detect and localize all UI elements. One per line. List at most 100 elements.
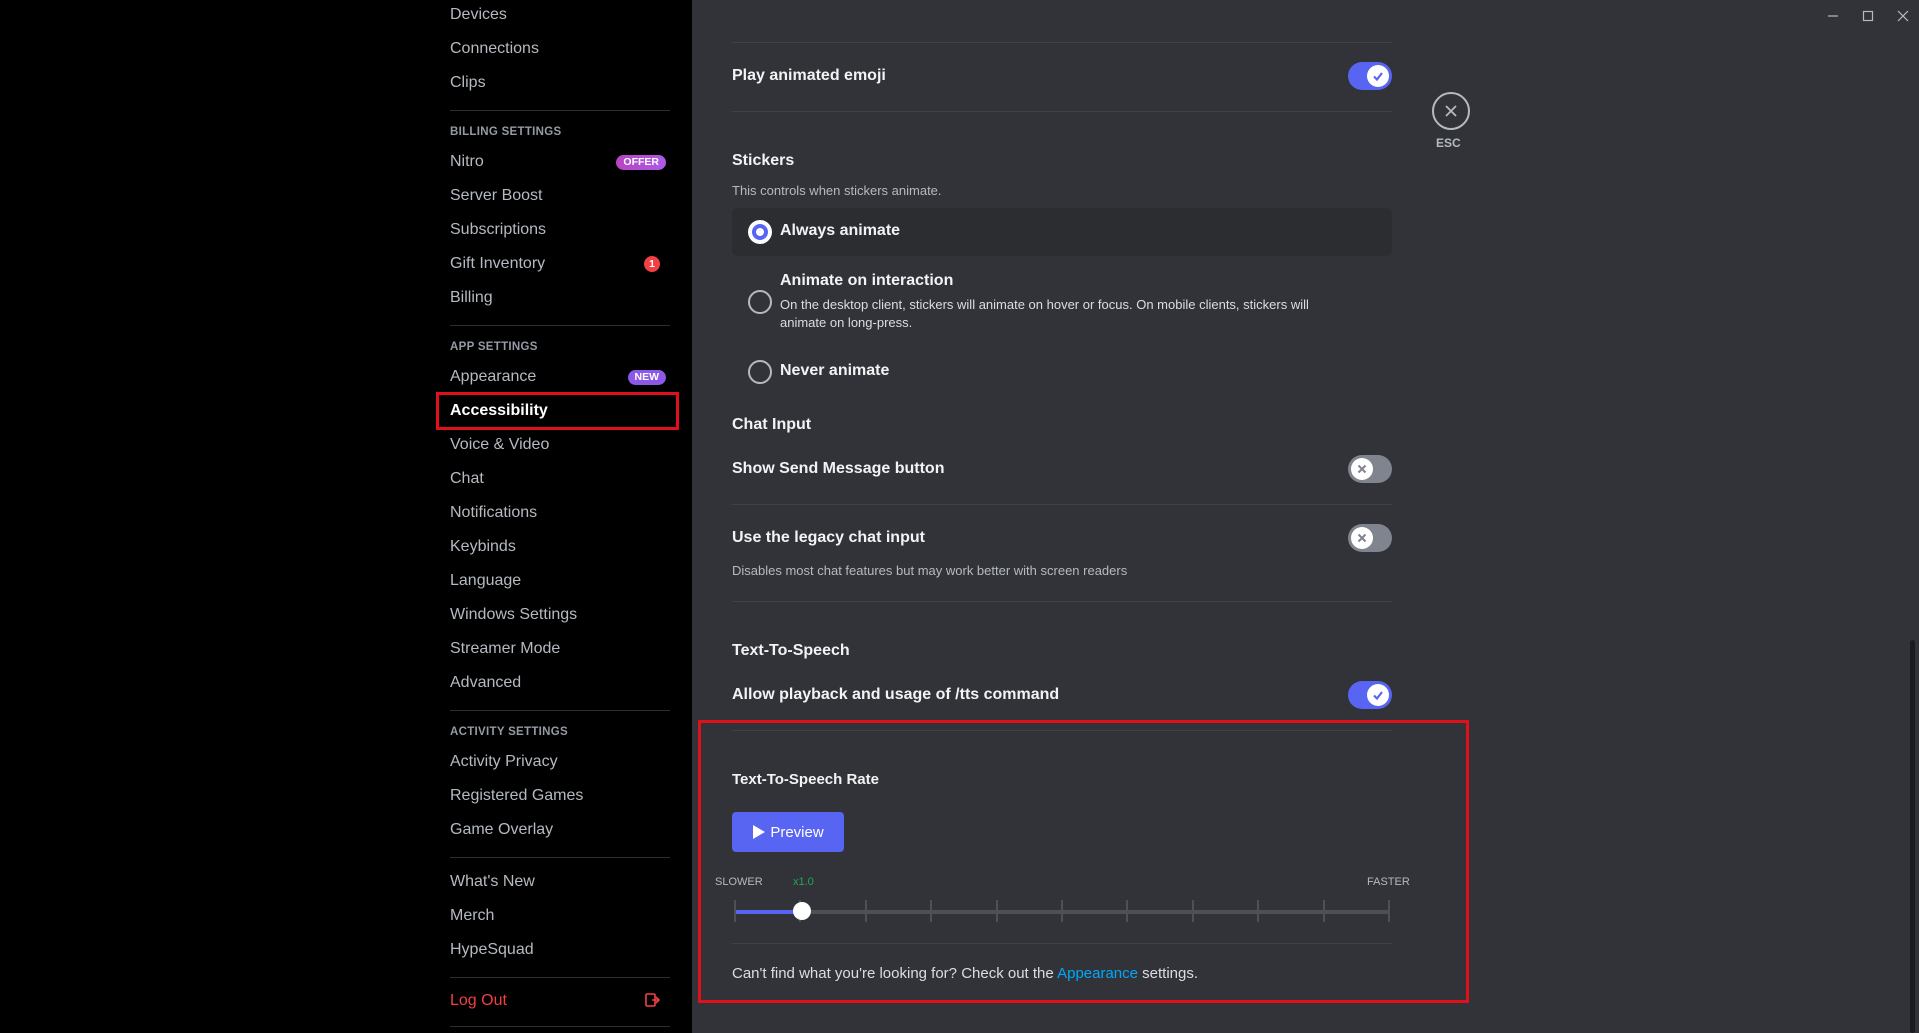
nav-label: Voice & Video (450, 436, 550, 453)
nav-label: Merch (450, 907, 495, 924)
nav-label: Server Boost (450, 187, 543, 204)
nav-label: Devices (450, 6, 507, 23)
nav-label: Advanced (450, 674, 522, 691)
nav-item-connections[interactable]: Connections (436, 32, 670, 66)
billing-settings-header: BILLING SETTINGS (450, 126, 562, 138)
nav-item-hypesquad[interactable]: HypeSquad (436, 933, 670, 967)
show-send-message-label: Show Send Message button (732, 460, 945, 477)
play-animated-emoji-label: Play animated emoji (732, 67, 886, 84)
nav-item-gift-inventory[interactable]: Gift Inventory 1 (436, 247, 670, 281)
nav-label: Notifications (450, 504, 538, 521)
settings-sidebar: Devices Connections Clips BILLING SETTIN… (0, 0, 692, 1033)
nav-label: Game Overlay (450, 821, 554, 838)
radio-animate-on-interaction[interactable]: Animate on interaction On the desktop cl… (732, 268, 1392, 336)
accessibility-settings-panel: Play animated emoji Stickers This contro… (692, 0, 1919, 1033)
nav-label: Chat (450, 470, 484, 487)
section-divider (732, 42, 1392, 43)
nav-divider (450, 1026, 670, 1027)
section-divider (732, 601, 1392, 602)
x-icon (1351, 458, 1373, 480)
tts-allow-label: Allow playback and usage of /tts command (732, 686, 1060, 703)
nav-item-chat[interactable]: Chat (436, 462, 670, 496)
nav-label: Windows Settings (450, 606, 578, 623)
section-divider (732, 504, 1392, 505)
tts-allow-toggle[interactable] (1348, 681, 1392, 709)
x-icon (1351, 527, 1373, 549)
nav-label: Registered Games (450, 787, 584, 804)
nav-item-streamer-mode[interactable]: Streamer Mode (436, 632, 670, 666)
legacy-chat-input-toggle[interactable] (1348, 524, 1392, 552)
play-animated-emoji-toggle[interactable] (1348, 62, 1392, 90)
radio-label: Animate on interaction (780, 272, 954, 289)
nav-label: Keybinds (450, 538, 516, 555)
radio-button (748, 360, 772, 384)
nav-item-registered-games[interactable]: Registered Games (436, 779, 670, 813)
stickers-description: This controls when stickers animate. (732, 183, 942, 198)
nav-item-windows-settings[interactable]: Windows Settings (436, 598, 670, 632)
chat-input-title: Chat Input (732, 416, 812, 433)
radio-description: On the desktop client, stickers will ani… (780, 297, 1309, 330)
nav-label: HypeSquad (450, 941, 534, 958)
app-settings-header: APP SETTINGS (450, 341, 538, 353)
nav-divider (450, 977, 670, 978)
nav-label: What's New (450, 873, 535, 890)
nav-label: Language (450, 572, 522, 589)
nav-item-language[interactable]: Language (436, 564, 670, 598)
radio-label: Never animate (780, 362, 890, 379)
nav-item-game-overlay[interactable]: Game Overlay (436, 813, 670, 847)
show-send-message-toggle[interactable] (1348, 455, 1392, 483)
nav-label: Appearance (450, 368, 537, 385)
nav-item-appearance[interactable]: Appearance NEW (436, 360, 670, 394)
tts-title: Text-To-Speech (732, 642, 850, 659)
new-badge: NEW (627, 370, 666, 385)
logout-label: Log Out (450, 992, 507, 1009)
nav-divider (450, 110, 670, 111)
nav-item-devices[interactable]: Devices (436, 0, 670, 32)
nav-divider (450, 857, 670, 858)
legacy-chat-input-description: Disables most chat features but may work… (732, 563, 1128, 578)
nav-item-subscriptions[interactable]: Subscriptions (436, 213, 670, 247)
minimize-icon[interactable] (1823, 6, 1843, 26)
nav-divider (450, 325, 670, 326)
logout-icon (645, 993, 660, 1007)
nav-item-activity-privacy[interactable]: Activity Privacy (436, 745, 670, 779)
nav-item-clips[interactable]: Clips (436, 66, 670, 100)
close-icon (1445, 105, 1457, 117)
nav-label: Streamer Mode (450, 640, 561, 657)
nav-item-merch[interactable]: Merch (436, 899, 670, 933)
nav-item-advanced[interactable]: Advanced (436, 666, 670, 700)
radio-label: Always animate (780, 222, 901, 239)
radio-always-animate[interactable]: Always animate (732, 208, 1392, 256)
radio-never-animate[interactable]: Never animate (732, 348, 1392, 396)
legacy-chat-input-label: Use the legacy chat input (732, 529, 925, 546)
nav-label: Clips (450, 74, 486, 91)
nav-label: Activity Privacy (450, 753, 558, 770)
nav-label: Gift Inventory (450, 255, 546, 272)
nav-item-notifications[interactable]: Notifications (436, 496, 670, 530)
offer-badge: OFFER (616, 155, 666, 170)
nav-item-billing[interactable]: Billing (436, 281, 670, 315)
tts-rate-highlight (698, 720, 1469, 1003)
nav-divider (450, 710, 670, 711)
stickers-title: Stickers (732, 152, 795, 169)
close-window-icon[interactable] (1893, 6, 1913, 26)
section-divider (732, 111, 1392, 112)
radio-button (748, 290, 772, 314)
nav-item-server-boost[interactable]: Server Boost (436, 179, 670, 213)
esc-label: ESC (1436, 136, 1461, 150)
check-icon (1367, 684, 1389, 706)
close-settings-button[interactable] (1432, 92, 1470, 130)
radio-button-checked (748, 220, 772, 244)
nav-item-whats-new[interactable]: What's New (436, 865, 670, 899)
notification-count-badge: 1 (644, 256, 660, 272)
nav-item-voice-video[interactable]: Voice & Video (436, 428, 670, 462)
nav-label: Billing (450, 289, 493, 306)
scrollbar[interactable] (1910, 640, 1915, 1033)
maximize-icon[interactable] (1858, 6, 1878, 26)
activity-settings-header: ACTIVITY SETTINGS (450, 726, 568, 738)
nav-item-nitro[interactable]: Nitro OFFER (436, 145, 670, 179)
nav-item-keybinds[interactable]: Keybinds (436, 530, 670, 564)
logout-button[interactable]: Log Out (436, 984, 670, 1018)
nav-label: Connections (450, 40, 539, 57)
nav-label: Subscriptions (450, 221, 547, 238)
